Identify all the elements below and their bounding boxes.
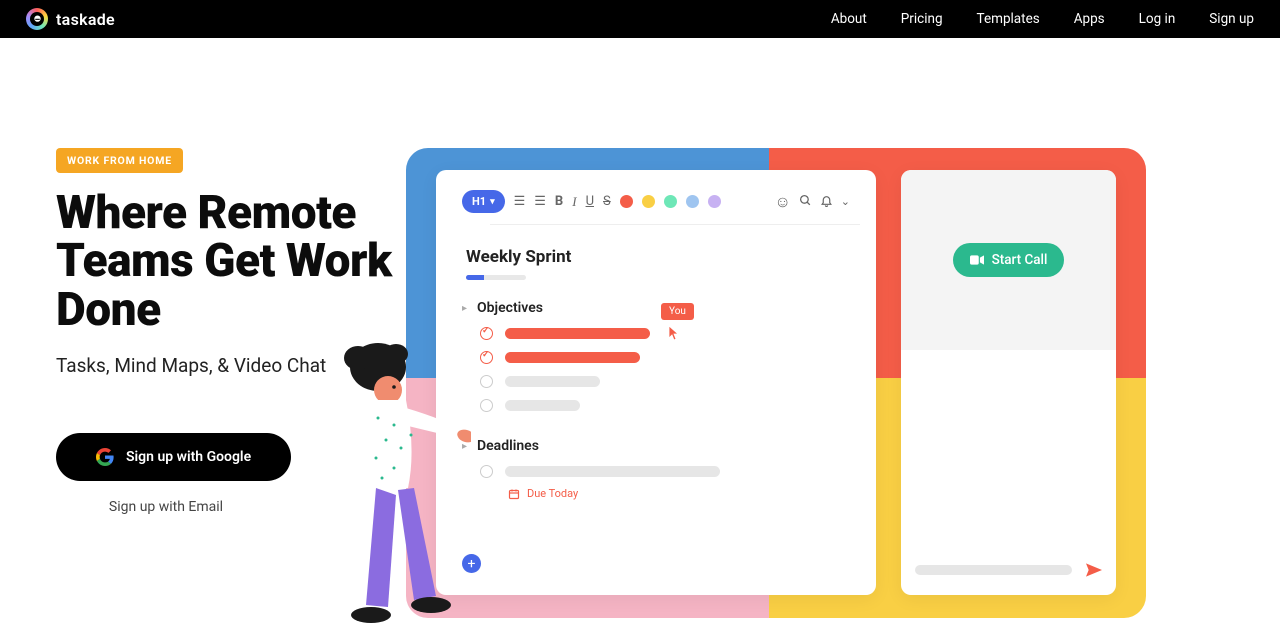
video-preview: Start Call xyxy=(901,170,1116,350)
signup-google-label: Sign up with Google xyxy=(126,449,251,465)
illustration-frame: H1 ▾ ☰ ☰ B I U S ☺ xyxy=(406,148,1146,618)
section-deadlines[interactable]: ▸ Deadlines xyxy=(462,438,850,454)
task-row[interactable] xyxy=(480,399,850,412)
brand[interactable]: taskade xyxy=(26,8,115,30)
brand-name: taskade xyxy=(56,10,115,29)
italic-icon[interactable]: I xyxy=(572,194,576,210)
task-row[interactable] xyxy=(480,375,850,388)
due-today-tag[interactable]: Due Today xyxy=(508,487,850,500)
start-call-button[interactable]: Start Call xyxy=(953,243,1065,277)
heading-style-chip[interactable]: H1 ▾ xyxy=(462,190,505,213)
calendar-icon xyxy=(508,488,520,500)
product-illustration: H1 ▾ ☰ ☰ B I U S ☺ xyxy=(406,148,1146,618)
emoji-icon[interactable]: ☺ xyxy=(774,192,790,212)
checkbox-icon[interactable] xyxy=(480,327,493,340)
send-icon[interactable] xyxy=(1086,563,1102,577)
nav-signup[interactable]: Sign up xyxy=(1209,11,1254,27)
checkbox-icon[interactable] xyxy=(480,351,493,364)
headline: Where Remote Teams Get Work Done xyxy=(56,189,466,334)
checkbox-icon[interactable] xyxy=(480,465,493,478)
color-dot[interactable] xyxy=(620,195,633,208)
underline-icon[interactable]: U xyxy=(586,194,594,209)
nav-templates[interactable]: Templates xyxy=(977,11,1040,27)
search-icon[interactable] xyxy=(799,192,812,211)
nav-apps[interactable]: Apps xyxy=(1074,11,1105,27)
bell-icon[interactable] xyxy=(820,192,833,211)
work-from-home-badge: WORK FROM HOME xyxy=(56,148,183,173)
checkbox-icon[interactable] xyxy=(480,375,493,388)
person-illustration xyxy=(316,340,471,630)
chat-input-row xyxy=(901,549,1116,595)
color-dot[interactable] xyxy=(708,195,721,208)
section-objectives[interactable]: ▸ Objectives xyxy=(462,300,850,316)
document-title[interactable]: Weekly Sprint xyxy=(466,247,850,267)
strike-icon[interactable]: S xyxy=(603,194,611,209)
checkbox-icon[interactable] xyxy=(480,399,493,412)
nav-login[interactable]: Log in xyxy=(1139,11,1176,27)
google-icon xyxy=(96,448,114,466)
video-chat-panel: Start Call xyxy=(901,170,1116,595)
chevron-down-icon[interactable]: ⌄ xyxy=(841,195,850,208)
signup-email-button[interactable]: Sign up with Email xyxy=(56,499,276,515)
you-cursor-label: You xyxy=(661,303,694,320)
chat-input[interactable] xyxy=(915,565,1072,575)
color-dot[interactable] xyxy=(642,195,655,208)
progress-bar xyxy=(466,275,526,280)
color-dot[interactable] xyxy=(686,195,699,208)
brand-logo-icon xyxy=(26,8,48,30)
outdent-icon[interactable]: ☰ xyxy=(514,194,526,209)
indent-icon[interactable]: ☰ xyxy=(534,194,546,209)
caret-icon: ▸ xyxy=(462,303,467,314)
video-icon xyxy=(970,255,984,265)
signup-google-button[interactable]: Sign up with Google xyxy=(56,433,291,481)
nav-about[interactable]: About xyxy=(831,11,867,27)
task-row[interactable] xyxy=(480,351,850,364)
bold-icon[interactable]: B xyxy=(555,194,563,209)
nav-pricing[interactable]: Pricing xyxy=(901,11,943,27)
cursor-icon xyxy=(668,325,682,341)
task-row[interactable] xyxy=(480,465,850,478)
navbar: taskade About Pricing Templates Apps Log… xyxy=(0,0,1280,38)
nav-links: About Pricing Templates Apps Log in Sign… xyxy=(831,11,1254,27)
hero: WORK FROM HOME Where Remote Teams Get Wo… xyxy=(0,38,1280,618)
editor-panel: H1 ▾ ☰ ☰ B I U S ☺ xyxy=(436,170,876,595)
toolbar-divider xyxy=(490,224,860,225)
editor-toolbar: H1 ▾ ☰ ☰ B I U S ☺ xyxy=(462,190,850,213)
color-dot[interactable] xyxy=(664,195,677,208)
task-row[interactable] xyxy=(480,327,850,340)
